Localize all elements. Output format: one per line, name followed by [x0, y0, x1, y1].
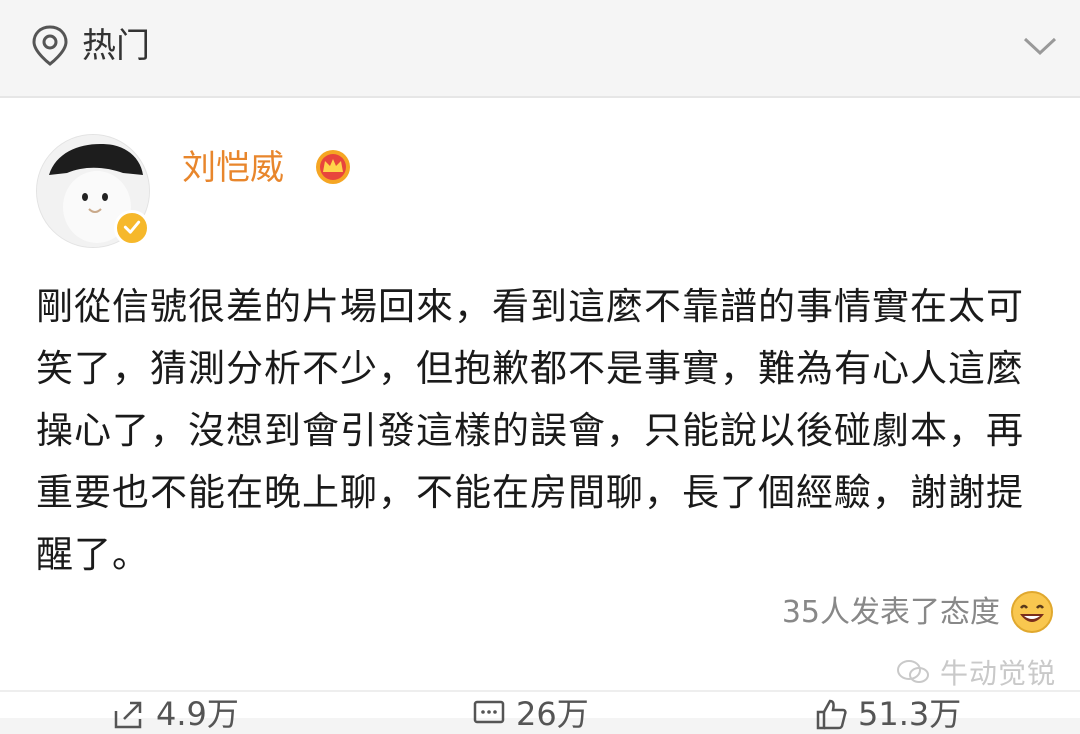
- share-icon: [114, 701, 142, 729]
- chevron-down-icon[interactable]: [1022, 34, 1058, 58]
- verified-badge-icon: [114, 210, 150, 246]
- comment-icon: [473, 700, 505, 724]
- post-card: 刘恺威 剛從信號很差的片場回來，看到這麼不靠譜的事情實在太可笑了，猜測分析不少，…: [0, 98, 1080, 733]
- comment-button[interactable]: 26万: [472, 694, 589, 734]
- repost-count: 4.9万: [156, 695, 239, 733]
- laughing-emoji-icon[interactable]: [1010, 590, 1054, 634]
- repost-button[interactable]: 4.9万: [112, 694, 239, 734]
- post-author-name[interactable]: 刘恺威: [182, 144, 284, 192]
- wechat-logo-icon: [897, 660, 929, 683]
- like-button[interactable]: 51.3万: [814, 694, 961, 734]
- like-count: 51.3万: [858, 695, 962, 733]
- feed-header: 热门: [0, 0, 1080, 98]
- watermark: 牛动觉锐: [896, 652, 1056, 692]
- location-pin-icon[interactable]: [30, 24, 70, 68]
- divider: [0, 690, 1080, 692]
- reactions-summary[interactable]: 35人发表了态度: [782, 592, 1000, 634]
- post-body-text: 剛從信號很差的片場回來，看到這麼不靠譜的事情實在太可笑了，猜測分析不少，但抱歉都…: [36, 285, 1024, 576]
- watermark-text: 牛动觉锐: [940, 657, 1057, 690]
- crown-icon[interactable]: [314, 148, 352, 186]
- comment-count: 26万: [516, 695, 589, 733]
- thumbs-up-icon: [816, 699, 847, 730]
- feed-section-label[interactable]: 热门: [82, 22, 150, 70]
